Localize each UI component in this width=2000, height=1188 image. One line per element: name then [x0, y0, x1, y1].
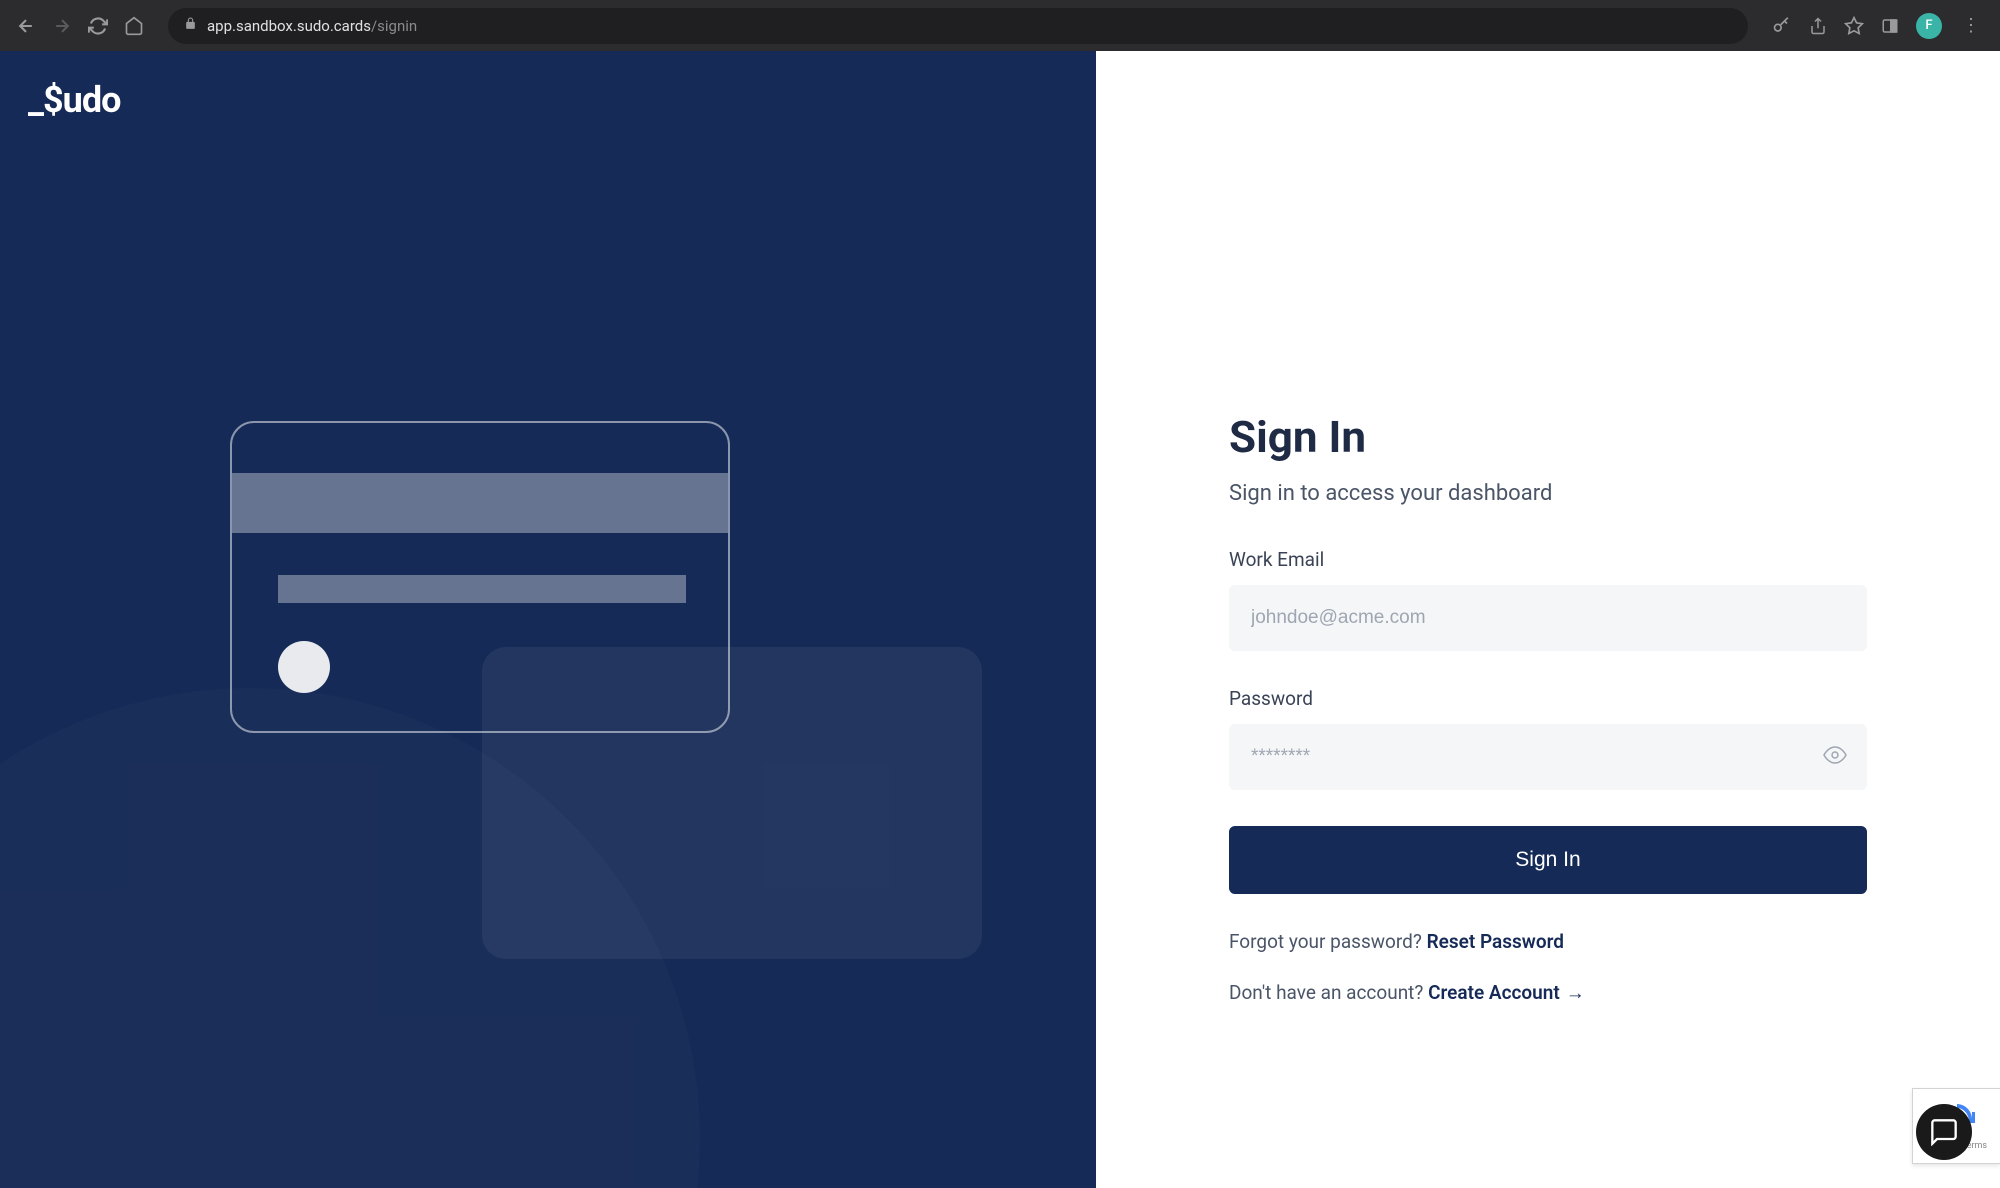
brand-logo: _$udo [28, 79, 120, 121]
reset-password-link[interactable]: Reset Password [1427, 930, 1564, 953]
address-bar[interactable]: app.sandbox.sudo.cards/signin [168, 8, 1748, 44]
home-button[interactable] [124, 16, 144, 36]
forward-button[interactable] [52, 16, 72, 36]
signin-panel: Sign In Sign in to access your dashboard… [1096, 51, 2000, 1188]
password-input-wrap [1229, 724, 1867, 790]
main-content: _$udo Sign In Sign in to access your das… [0, 51, 2000, 1188]
avatar-letter: F [1925, 18, 1932, 33]
toolbar-right: F ⋮ [1764, 13, 1992, 39]
eye-icon[interactable] [1823, 743, 1847, 771]
star-icon[interactable] [1844, 16, 1864, 36]
page-subtitle: Sign in to access your dashboard [1229, 481, 1867, 506]
create-account-link[interactable]: Create Account→ [1428, 981, 1585, 1004]
forgot-password-row: Forgot your password? Reset Password [1229, 930, 1867, 953]
reload-button[interactable] [88, 16, 108, 36]
password-label: Password [1229, 687, 1867, 710]
arrow-right-icon: → [1566, 981, 1585, 1004]
panel-icon[interactable] [1880, 16, 1900, 36]
browser-toolbar: app.sandbox.sudo.cards/signin F ⋮ [0, 0, 2000, 51]
url-path: /signin [371, 17, 417, 35]
share-icon[interactable] [1808, 16, 1828, 36]
page-title: Sign In [1229, 411, 1867, 463]
card-stripe [232, 473, 728, 533]
card-illustration [230, 421, 730, 733]
password-field[interactable] [1229, 724, 1867, 790]
menu-button[interactable]: ⋮ [1958, 15, 1984, 36]
signin-button[interactable]: Sign In [1229, 826, 1867, 894]
hero-panel: _$udo [0, 51, 1096, 1188]
create-prefix: Don't have an account? [1229, 981, 1428, 1004]
card-line [278, 575, 686, 603]
card-dot [278, 641, 330, 693]
back-button[interactable] [16, 16, 36, 36]
lock-icon [184, 17, 197, 34]
email-input-wrap [1229, 585, 1867, 651]
key-icon[interactable] [1772, 16, 1792, 36]
email-field[interactable] [1229, 585, 1867, 651]
url-host: app.sandbox.sudo.cards [207, 17, 371, 35]
nav-controls [8, 16, 152, 36]
create-account-row: Don't have an account? Create Account→ [1229, 981, 1867, 1005]
profile-avatar[interactable]: F [1916, 13, 1942, 39]
forgot-prefix: Forgot your password? [1229, 930, 1427, 953]
chat-widget-button[interactable] [1916, 1104, 1972, 1160]
email-label: Work Email [1229, 548, 1867, 571]
